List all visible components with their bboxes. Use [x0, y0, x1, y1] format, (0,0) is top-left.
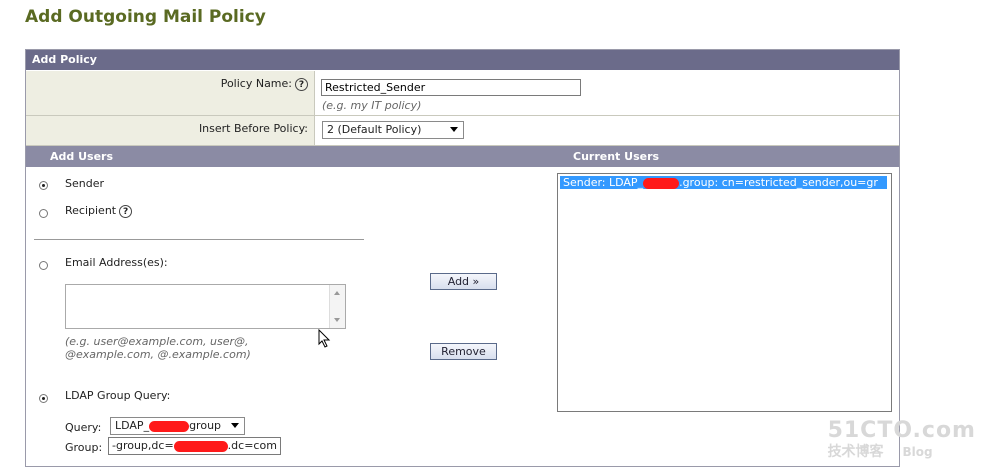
scroll-up-icon[interactable]	[334, 291, 340, 295]
query-value-prefix: LDAP_	[115, 419, 150, 432]
watermark-site: 51CTO.com	[827, 418, 976, 443]
group-value-suffix: .dc=com	[227, 439, 277, 452]
email-textarea[interactable]	[65, 284, 346, 329]
add-policy-header: Add Policy	[26, 50, 899, 70]
add-users-title: Add Users	[50, 150, 114, 163]
page-title: Add Outgoing Mail Policy	[25, 7, 266, 27]
help-icon[interactable]: ?	[119, 204, 133, 218]
ldap-label: LDAP Group Query:	[65, 389, 171, 402]
query-value-suffix: group	[189, 419, 222, 432]
email-label: Email Address(es):	[65, 256, 168, 269]
recipient-radio[interactable]	[39, 209, 48, 218]
redaction-mark	[643, 177, 680, 189]
policy-name-value-cell: (e.g. my IT policy)	[315, 71, 899, 116]
add-policy-title: Add Policy	[32, 53, 97, 66]
insert-before-value: 2 (Default Policy)	[327, 123, 422, 136]
current-user-prefix: Sender: LDAP_	[563, 176, 644, 189]
sender-label: Sender	[65, 177, 104, 190]
divider	[34, 239, 364, 240]
insert-before-label-cell: Insert Before Policy:	[26, 116, 315, 146]
watermark-sub: 技术博客	[827, 444, 884, 460]
add-policy-panel: Add Policy Policy Name:? (e.g. my IT pol…	[25, 49, 900, 467]
users-header: Add Users Current Users	[26, 146, 899, 167]
insert-before-value-cell: 2 (Default Policy)	[315, 116, 899, 146]
help-icon[interactable]: ?	[295, 77, 308, 91]
query-select[interactable]: LDAP_ group	[110, 417, 245, 435]
current-users-title: Current Users	[573, 150, 660, 163]
insert-before-label: Insert Before Policy:	[198, 122, 308, 135]
chevron-down-icon	[450, 127, 458, 132]
group-value-prefix: -group,dc=	[112, 439, 174, 452]
mouse-pointer-icon	[318, 329, 331, 348]
scroll-down-icon[interactable]	[334, 318, 340, 322]
ldap-radio[interactable]	[39, 394, 48, 403]
watermark: 51CTO.com 技术博客 Blog	[828, 418, 976, 461]
recipient-label: Recipient	[65, 204, 117, 217]
remove-button[interactable]: Remove	[430, 343, 497, 360]
watermark-blog: Blog	[902, 445, 933, 459]
email-radio[interactable]	[39, 261, 48, 270]
policy-name-hint: (e.g. my IT policy)	[322, 99, 422, 112]
chevron-down-icon	[231, 423, 239, 428]
policy-name-label: Policy Name:	[220, 77, 292, 90]
textarea-scrollbar[interactable]	[329, 285, 345, 328]
list-item[interactable]: Sender: LDAP_ .group: cn=restricted_sende…	[560, 176, 887, 189]
insert-before-select[interactable]: 2 (Default Policy)	[322, 121, 464, 139]
current-users-list[interactable]: Sender: LDAP_ .group: cn=restricted_sende…	[557, 173, 892, 412]
current-user-suffix: .group: cn=restricted_sender,ou=gr	[679, 176, 878, 189]
redaction-mark	[149, 420, 190, 432]
group-input[interactable]: -group,dc= .dc=com	[108, 437, 281, 455]
add-button[interactable]: Add »	[430, 273, 497, 290]
email-hint: (e.g. user@example.com, user@, @example.…	[65, 335, 251, 361]
sender-radio[interactable]	[39, 181, 48, 190]
policy-name-label-cell: Policy Name:?	[26, 71, 315, 116]
policy-name-input[interactable]	[321, 79, 581, 96]
group-label: Group:	[65, 441, 103, 454]
redaction-mark	[173, 440, 228, 452]
query-label: Query:	[65, 421, 102, 434]
